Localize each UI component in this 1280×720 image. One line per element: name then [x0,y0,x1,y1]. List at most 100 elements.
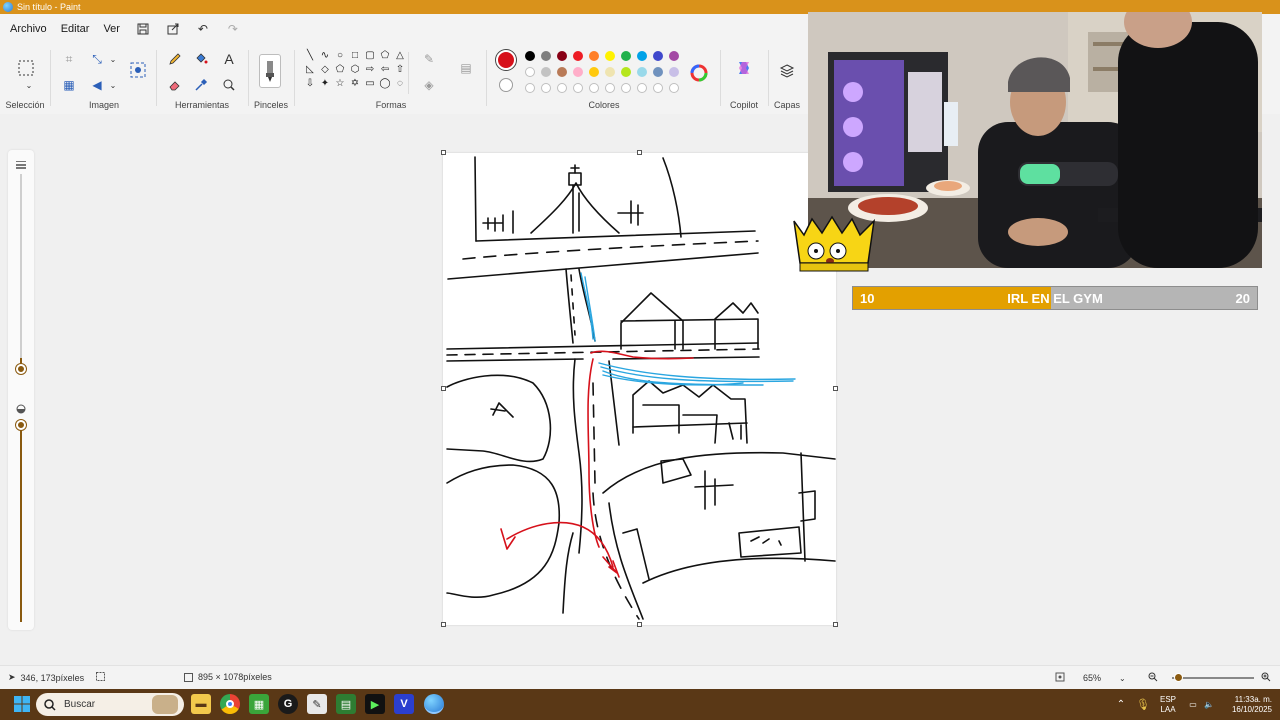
calculator-icon[interactable]: ▤ [336,694,356,714]
chevron-up-icon[interactable]: ⌃ [1114,689,1128,720]
canvas-handle[interactable] [833,622,838,627]
color-swatch[interactable] [589,67,599,77]
oval-shape-icon[interactable]: ○ [334,50,346,62]
right-arrow-shape-icon[interactable]: ⇨ [364,64,376,76]
copilot-icon[interactable] [734,58,754,78]
canvas-handle[interactable] [637,150,642,155]
color-swatch[interactable] [637,67,647,77]
six-point-star-shape-icon[interactable]: ✡ [349,78,361,90]
custom-color-slot[interactable] [605,83,615,93]
right-triangle-shape-icon[interactable]: ◺ [304,64,316,76]
color-swatch[interactable] [605,51,615,61]
color-swatch[interactable] [589,51,599,61]
color-swatch[interactable] [573,67,583,77]
color-swatch[interactable] [621,51,631,61]
color-swatch[interactable] [541,67,551,77]
outline-icon[interactable]: ✎ [420,50,438,68]
custom-color-slot[interactable] [669,83,679,93]
fit-to-window-icon[interactable] [1055,672,1065,682]
canvas-handle[interactable] [833,386,838,391]
curve-shape-icon[interactable]: ∿ [319,50,331,62]
brush-size-thumb[interactable] [16,364,26,374]
zoom-slider-track[interactable] [1172,677,1254,679]
five-point-star-shape-icon[interactable]: ☆ [334,78,346,90]
four-point-star-shape-icon[interactable]: ✦ [319,78,331,90]
shape-size-icon[interactable]: ▤ [456,58,476,78]
chrome-icon[interactable] [220,694,240,714]
color-swatch[interactable] [605,67,615,77]
diamond-shape-icon[interactable]: ◇ [319,64,331,76]
pentagon-shape-icon[interactable]: ⬠ [334,64,346,76]
paint-taskbar-icon[interactable] [424,694,444,714]
brush-icon[interactable] [259,54,281,88]
callout-cloud-shape-icon[interactable]: ◌ [394,78,406,90]
pencil-icon[interactable] [166,50,184,68]
color-swatch[interactable] [653,67,663,77]
select-all-icon[interactable]: ▦ [60,76,78,94]
selection-dropdown-icon[interactable]: ⌄ [20,80,38,90]
menu-file[interactable]: Archivo [4,19,53,39]
color-swatch[interactable] [573,51,583,61]
drawing-canvas[interactable] [443,153,836,625]
crop-icon[interactable]: ⌗ [60,50,78,68]
canvas-handle[interactable] [441,622,446,627]
custom-color-slot[interactable] [525,83,535,93]
minecraft-icon[interactable]: ▦ [249,694,269,714]
rounded-rectangle-shape-icon[interactable]: ▢ [364,50,376,62]
canvas-handle[interactable] [441,150,446,155]
down-arrow-shape-icon[interactable]: ⇩ [304,78,316,90]
remove-background-icon[interactable] [128,60,148,80]
file-explorer-icon[interactable]: ▬ [191,694,211,714]
menu-view[interactable]: Ver [97,19,126,39]
color-swatch[interactable] [669,51,679,61]
rotate-dropdown-icon[interactable]: ⌄ [104,76,122,94]
line-shape-icon[interactable]: ╲ [304,50,316,62]
eraser-icon[interactable] [166,76,184,94]
clock[interactable]: 11:33a. m. 16/10/2025 [1220,689,1278,720]
custom-color-slot[interactable] [541,83,551,93]
custom-color-slot[interactable] [573,83,583,93]
magnifier-icon[interactable] [220,76,238,94]
resize-dropdown-icon[interactable]: ⌄ [104,50,122,68]
windows-start-icon[interactable] [12,694,32,714]
color-swatch[interactable] [637,51,647,61]
up-arrow-shape-icon[interactable]: ⇧ [394,64,406,76]
canvas-handle[interactable] [441,386,446,391]
polygon-shape-icon[interactable]: ⬠ [379,50,391,62]
color-swatch[interactable] [669,67,679,77]
triangle-shape-icon[interactable]: △ [394,50,406,62]
save-icon[interactable] [134,20,152,38]
taskbar-search[interactable]: Buscar [36,693,184,716]
color-swatch[interactable] [525,51,535,61]
network-icon[interactable]: ▭ [1186,689,1200,720]
color-picker-icon[interactable] [192,76,210,94]
layers-icon[interactable] [778,62,796,80]
canvas-handle[interactable] [637,622,642,627]
streaming-app-icon[interactable]: ▶ [365,694,385,714]
opacity-thumb[interactable] [16,420,26,430]
callout-oval-shape-icon[interactable]: ◯ [379,78,391,90]
custom-color-slot[interactable] [637,83,647,93]
share-icon[interactable] [164,20,182,38]
v-app-icon[interactable]: V [394,694,414,714]
color-swatch[interactable] [557,51,567,61]
redo-icon[interactable]: ↷ [224,20,242,38]
volume-icon[interactable]: 🔈 [1202,689,1216,720]
zoom-out-icon[interactable] [1148,672,1158,682]
text-tool-icon[interactable]: A [220,50,238,68]
hexagon-shape-icon[interactable]: ⬡ [349,64,361,76]
left-arrow-shape-icon[interactable]: ⇦ [379,64,391,76]
color-swatch[interactable] [557,67,567,77]
menu-edit[interactable]: Editar [55,19,96,39]
g-app-icon[interactable]: G [278,694,298,714]
notepad-icon[interactable]: ✎ [307,694,327,714]
undo-icon[interactable]: ↶ [194,20,212,38]
secondary-color-swatch[interactable] [499,78,513,92]
color-swatch[interactable] [653,51,663,61]
primary-color-swatch[interactable] [496,50,516,70]
rectangle-shape-icon[interactable]: □ [349,50,361,62]
color-swatch[interactable] [525,67,535,77]
callout-rect-shape-icon[interactable]: ▭ [364,78,376,90]
zoom-in-icon[interactable] [1261,672,1271,682]
fill-icon[interactable]: ◈ [420,76,438,94]
